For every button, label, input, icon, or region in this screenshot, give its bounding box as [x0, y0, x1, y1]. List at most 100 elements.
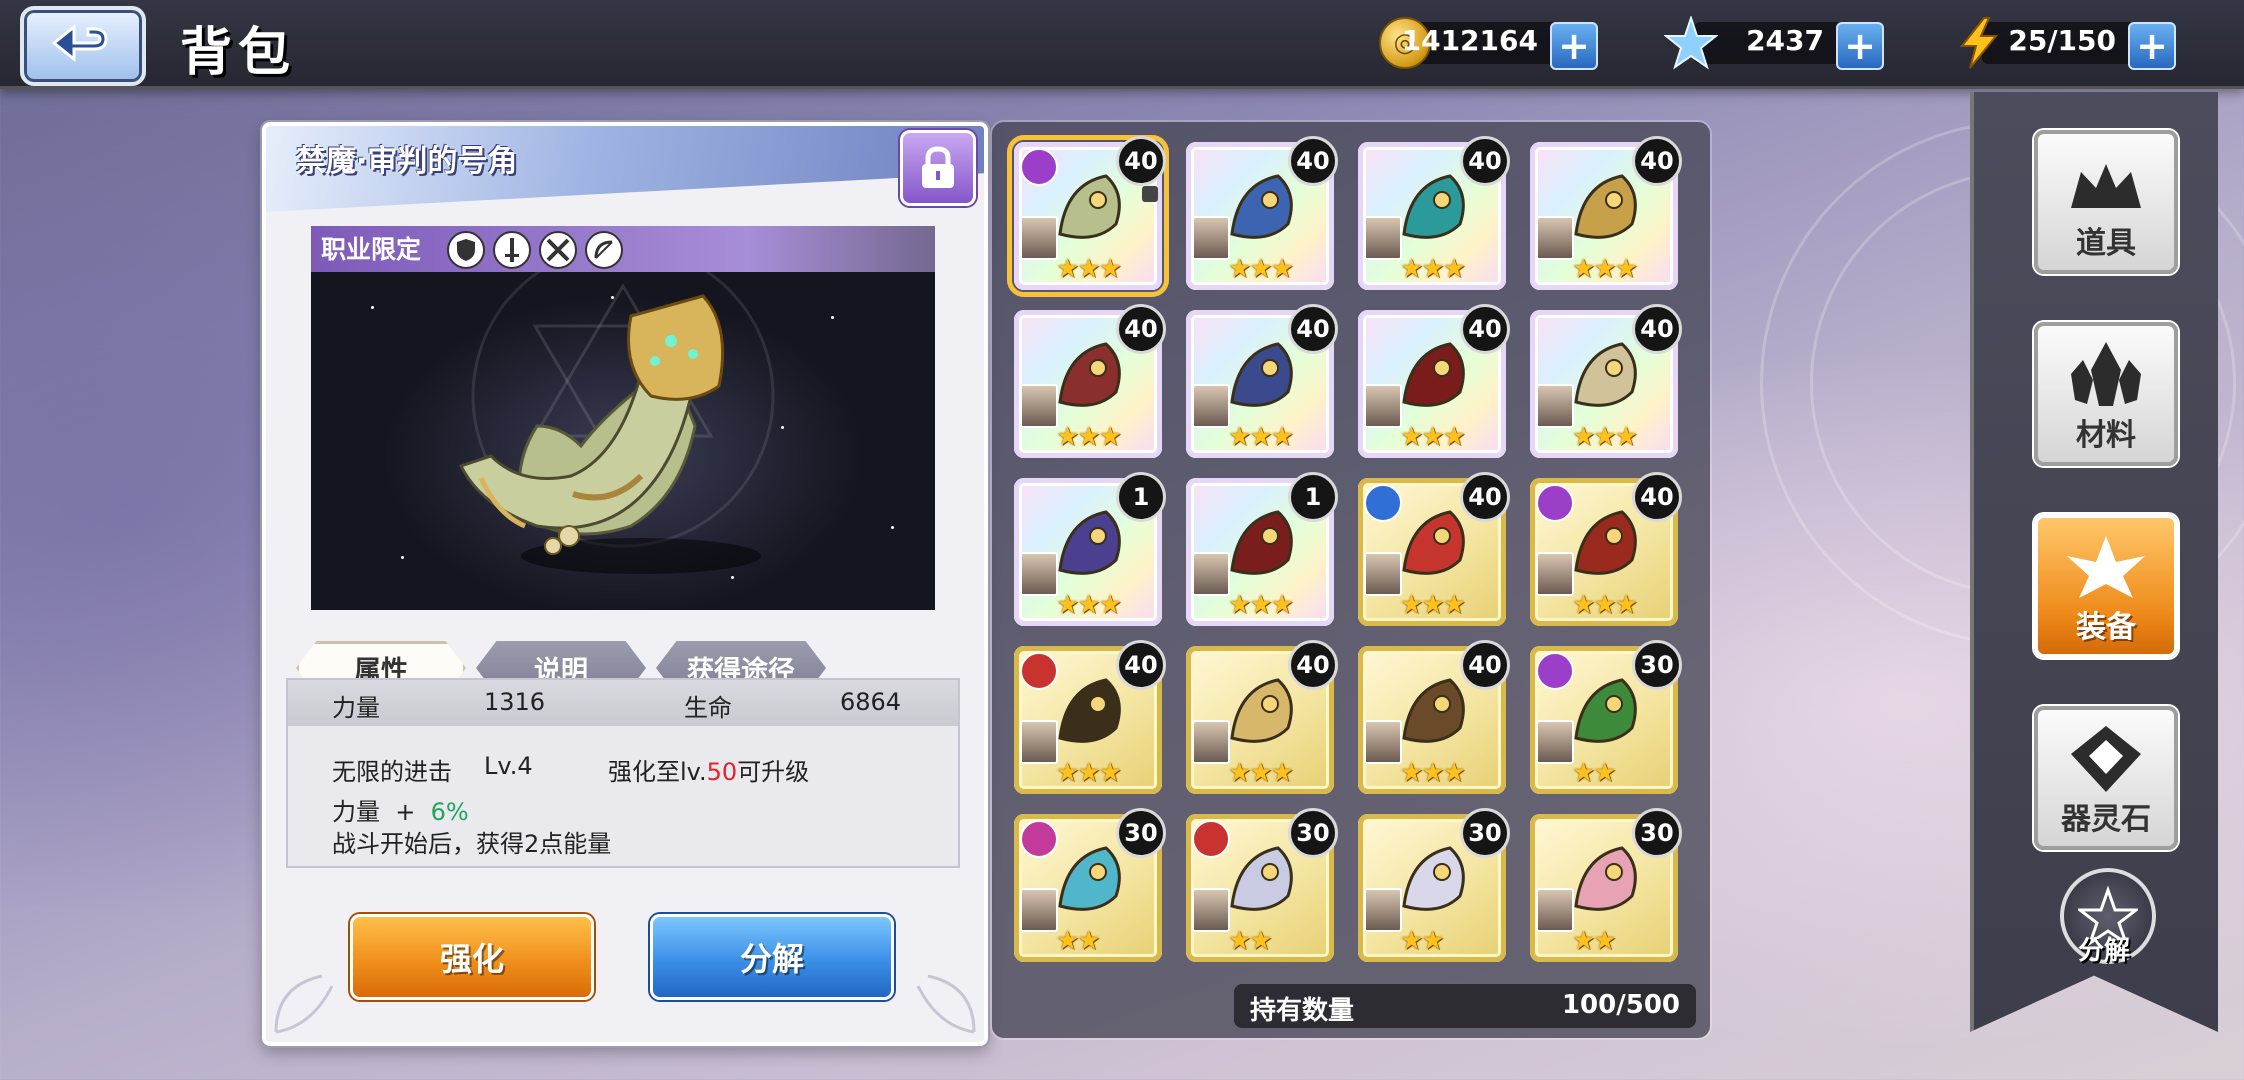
equipment-slot[interactable]: 40 ★★★	[1007, 135, 1169, 297]
back-button[interactable]	[20, 6, 146, 86]
rarity-stars: ★★	[1572, 758, 1617, 788]
equipment-item-icon	[1562, 332, 1650, 420]
equipment-item-icon	[1046, 500, 1134, 588]
equipped-character-avatar	[1192, 384, 1230, 428]
corner-ornament-icon	[274, 974, 334, 1034]
equipment-slot[interactable]: 40 ★★★	[1358, 136, 1510, 290]
equipment-slot[interactable]: 30 ★★	[1014, 808, 1166, 962]
sidebar-item-label: 材料	[2076, 418, 2136, 453]
quantity-value: 100/500	[1561, 990, 1680, 1020]
equipment-item-icon	[1562, 500, 1650, 588]
item-level-badge: 40	[1288, 136, 1338, 186]
item-level-badge: 40	[1460, 136, 1510, 186]
equipped-character-avatar	[1020, 888, 1058, 932]
crystal-value: 2437	[1746, 24, 1824, 57]
equipped-character-avatar	[1536, 888, 1574, 932]
equipment-item-icon	[1218, 164, 1306, 252]
category-sidebar: 道具 材料 装备 器灵石 分解	[1970, 92, 2218, 1032]
judgment-horn-icon	[458, 244, 775, 574]
stamina-value: 25/150	[2008, 24, 2116, 57]
equipment-slot[interactable]: 1 ★★★	[1186, 472, 1338, 626]
equipment-item-icon	[1562, 164, 1650, 252]
equipment-slot[interactable]: 30 ★★	[1186, 808, 1338, 962]
equipment-grid-panel: 40 ★★★ 40 ★★★ 40 ★★★ 40 ★★★ 40 ★★★ 40 ★★★ 40 ★★★ 40 ★★ ★…	[992, 122, 1710, 1038]
item-level-badge: 30	[1116, 808, 1166, 858]
equipment-item-icon	[1390, 500, 1478, 588]
class-badge-icon	[1020, 652, 1058, 690]
rarity-stars: ★★★	[1400, 254, 1466, 284]
lightning-stamina-icon	[1959, 17, 1999, 69]
item-level-badge: 40	[1288, 304, 1338, 354]
item-level-badge: 40	[1116, 304, 1166, 354]
item-level-badge: 40	[1460, 640, 1510, 690]
equipment-item-icon	[1218, 836, 1306, 924]
skill-name: 无限的进击	[332, 758, 452, 786]
class-badge-icon	[1536, 652, 1574, 690]
bow-class-icon	[585, 231, 623, 269]
add-gold-button[interactable]: +	[1550, 22, 1598, 70]
item-level-badge: 1	[1288, 472, 1338, 522]
add-crystal-button[interactable]: +	[1836, 22, 1884, 70]
lock-button[interactable]	[900, 130, 976, 206]
equipment-slot[interactable]: 1 ★★★	[1014, 472, 1166, 626]
item-level-badge: 40	[1460, 304, 1510, 354]
sidebar-item-items[interactable]: 道具	[2034, 130, 2178, 274]
blue-star-crystal-icon	[1664, 16, 1718, 70]
item-level-badge: 30	[1632, 808, 1682, 858]
equipment-slot[interactable]: 40 ★★★	[1014, 640, 1166, 794]
equipment-item-icon	[1046, 164, 1134, 252]
equipment-slot[interactable]: 40 ★★★	[1530, 136, 1682, 290]
item-level-badge: 40	[1632, 472, 1682, 522]
equipped-character-avatar	[1536, 720, 1574, 764]
equipment-slot[interactable]: 40 ★★★	[1186, 640, 1338, 794]
equipment-slot[interactable]: 40 ★★★	[1530, 304, 1682, 458]
equipment-item-icon	[1046, 836, 1134, 924]
equipped-character-avatar	[1020, 552, 1058, 596]
equipment-slot[interactable]: 40 ★★★	[1186, 136, 1338, 290]
item-level-badge: 30	[1460, 808, 1510, 858]
rarity-stars: ★★★	[1400, 758, 1466, 788]
sidebar-item-equipment[interactable]: 装备	[2034, 514, 2178, 658]
equipment-slot[interactable]: 40 ★★★	[1358, 640, 1510, 794]
top-bar: 背包 ◎ 1412164 + 2437 + 25/150 +	[0, 0, 2244, 89]
equipment-slot[interactable]: 30 ★★	[1358, 808, 1510, 962]
add-stamina-button[interactable]: +	[2128, 22, 2176, 70]
decompose-shortcut-label: 分解	[2077, 936, 2130, 966]
crossed-swords-class-icon	[539, 231, 577, 269]
equipment-slot[interactable]: 40 ★★★	[1358, 304, 1510, 458]
attributes-panel: 力量 1316 生命 6864 无限的进击 Lv.4 强化至lv.50可升级 力…	[286, 678, 960, 868]
spirit-stone-icon	[2071, 726, 2141, 792]
equipment-slot[interactable]: 30 ★★	[1530, 640, 1682, 794]
sidebar-item-materials[interactable]: 材料	[2034, 322, 2178, 466]
sidebar-item-label: 器灵石	[2061, 802, 2151, 837]
rarity-stars: ★★★	[1572, 422, 1638, 452]
bonus-line: 力量 + 6%	[332, 798, 469, 826]
enhance-button[interactable]: 强化	[350, 914, 594, 1000]
equipment-slot[interactable]: 40 ★★★	[1530, 472, 1682, 626]
sidebar-item-label: 装备	[2076, 610, 2136, 645]
equipment-slot[interactable]: 40 ★★★	[1014, 304, 1166, 458]
equipment-item-icon	[1046, 668, 1134, 756]
equipped-character-avatar	[1364, 384, 1402, 428]
sidebar-item-spirit-stone[interactable]: 器灵石	[2034, 706, 2178, 850]
equipment-slot[interactable]: 40 ★★★	[1186, 304, 1338, 458]
decompose-button[interactable]: 分解	[650, 914, 894, 1000]
item-level-badge: 40	[1116, 640, 1166, 690]
equipment-item-icon	[1562, 836, 1650, 924]
equipment-slot[interactable]: 30 ★★	[1530, 808, 1682, 962]
lock-icon	[1142, 186, 1158, 202]
back-arrow-icon	[51, 23, 108, 63]
equipped-character-avatar	[1020, 216, 1058, 260]
equipped-character-avatar	[1020, 384, 1058, 428]
equipped-character-avatar	[1192, 216, 1230, 260]
gold-resource: ◎ 1412164 +	[1378, 16, 1598, 70]
rarity-stars: ★★★	[1056, 590, 1122, 620]
rarity-stars: ★★★	[1228, 254, 1294, 284]
equipment-item-icon	[1218, 668, 1306, 756]
rarity-stars: ★★★	[1228, 758, 1294, 788]
rarity-stars: ★★	[1056, 926, 1101, 956]
equipment-slot[interactable]: 40 ★★★	[1358, 472, 1510, 626]
equipped-character-avatar	[1536, 384, 1574, 428]
rarity-stars: ★★★	[1056, 254, 1122, 284]
item-name: 禁魔·审判的号角	[296, 144, 518, 179]
